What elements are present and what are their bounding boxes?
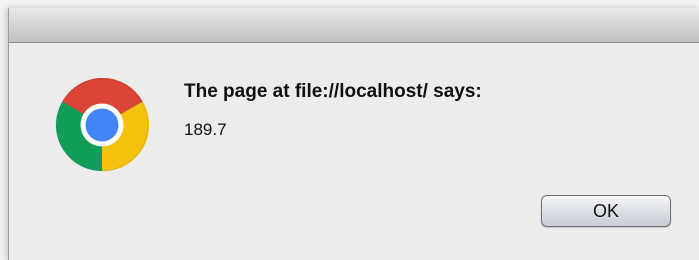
dialog-title: The page at file://localhost/ says: [184,81,482,102]
dialog-titlebar[interactable] [9,8,699,43]
dialog-message: 189.7 [184,120,227,139]
ok-button[interactable]: OK [541,195,671,227]
screen: The page at file://localhost/ says: 189.… [0,0,699,260]
alert-dialog: The page at file://localhost/ says: 189.… [8,8,699,260]
chrome-icon [55,77,150,172]
